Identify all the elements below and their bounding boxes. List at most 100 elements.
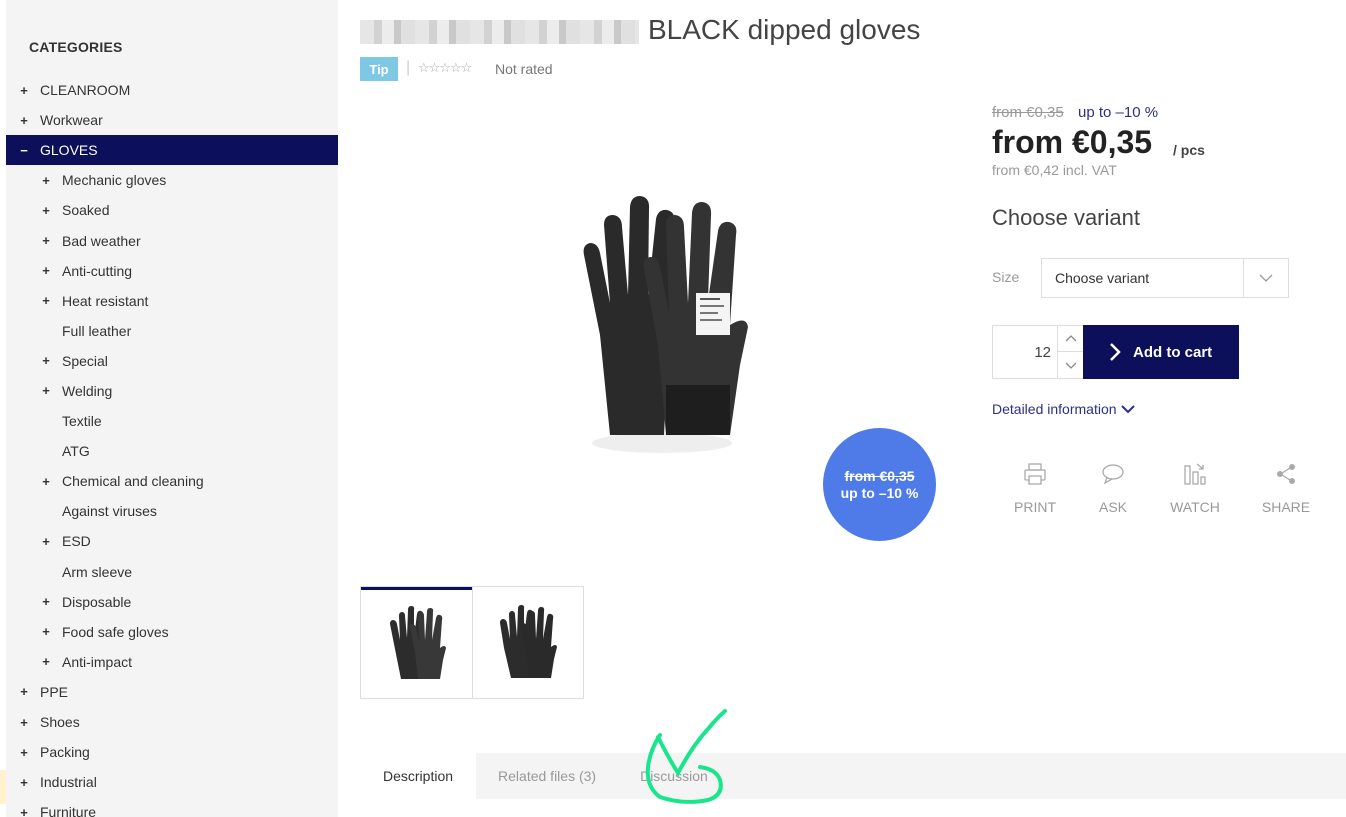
collapse-icon[interactable]: −	[18, 143, 30, 158]
subcategory-against-viruses[interactable]: Against viruses	[6, 496, 338, 526]
glove-thumbnail-icon	[389, 606, 446, 679]
subcategory-anti-cutting[interactable]: + Anti-cutting	[6, 256, 338, 286]
category-label: Soaked	[62, 202, 110, 219]
subcategory-esd[interactable]: + ESD	[6, 526, 338, 556]
expand-icon[interactable]: +	[40, 383, 52, 398]
expand-icon[interactable]: +	[18, 83, 30, 98]
expand-icon[interactable]: +	[40, 534, 52, 549]
detailed-information-link[interactable]: Detailed information	[992, 401, 1135, 417]
category-label: ESD	[62, 533, 91, 550]
expand-icon[interactable]: +	[18, 745, 30, 760]
share-button[interactable]: SHARE	[1251, 462, 1321, 515]
expand-icon[interactable]: +	[18, 775, 30, 790]
category-label: Shoes	[40, 714, 80, 731]
expand-icon[interactable]: +	[40, 263, 52, 278]
product-tabs: Description Related files (3) Discussion	[360, 753, 1346, 799]
quantity-value[interactable]: 12	[993, 326, 1051, 378]
tip-badge: Tip	[360, 57, 398, 81]
category-label: Industrial	[40, 774, 97, 791]
subcategory-atg[interactable]: ATG	[6, 436, 338, 466]
expand-icon[interactable]: +	[18, 805, 30, 817]
decrement-arrow-icon[interactable]	[1057, 352, 1083, 378]
subcategory-mechanic-gloves[interactable]: + Mechanic gloves	[6, 165, 338, 195]
category-workwear[interactable]: + Workwear	[6, 105, 338, 135]
rating-text: Not rated	[495, 61, 553, 77]
detailed-information-label: Detailed information	[992, 401, 1117, 417]
subcategory-chemical-and-cleaning[interactable]: + Chemical and cleaning	[6, 466, 338, 496]
subcategory-textile[interactable]: Textile	[6, 406, 338, 436]
expand-icon[interactable]: +	[40, 654, 52, 669]
categories-heading: CATEGORIES	[29, 39, 123, 55]
watch-chart-icon	[1184, 463, 1206, 485]
price-unit: / pcs	[1173, 142, 1205, 158]
category-shoes[interactable]: + Shoes	[6, 707, 338, 737]
size-label: Size	[992, 269, 1020, 285]
quantity-stepper[interactable]: 12	[992, 325, 1084, 379]
category-list: + CLEANROOM + Workwear − GLOVES + Mechanic g…	[6, 75, 338, 817]
expand-icon[interactable]: +	[18, 113, 30, 128]
variant-select[interactable]: Choose variant	[1041, 258, 1289, 298]
category-gloves[interactable]: − GLOVES	[6, 135, 338, 166]
tab-description[interactable]: Description	[360, 753, 477, 799]
category-label: Furniture	[40, 804, 97, 817]
tab-discussion[interactable]: Discussion	[618, 753, 730, 799]
edge-marker	[0, 770, 6, 804]
watch-button[interactable]: WATCH	[1160, 462, 1230, 515]
add-to-cart-button[interactable]: Add to cart	[1083, 325, 1239, 379]
expand-icon[interactable]: +	[40, 233, 52, 248]
add-to-cart-label: Add to cart	[1133, 343, 1213, 361]
expand-icon[interactable]: +	[40, 353, 52, 368]
variant-select-value: Choose variant	[1055, 270, 1150, 286]
category-ppe[interactable]: + PPE	[6, 677, 338, 707]
thumbnail-2[interactable]	[472, 587, 583, 698]
expand-icon[interactable]: +	[40, 474, 52, 489]
ask-button[interactable]: ASK	[1078, 462, 1148, 515]
category-packing[interactable]: + Packing	[6, 737, 338, 767]
category-label: Workwear	[40, 112, 103, 129]
subcategory-food-safe-gloves[interactable]: + Food safe gloves	[6, 617, 338, 647]
subcategory-bad-weather[interactable]: + Bad weather	[6, 225, 338, 255]
category-label: Mechanic gloves	[62, 172, 167, 189]
share-icon	[1277, 464, 1295, 484]
category-furniture[interactable]: + Furniture	[6, 797, 338, 817]
category-label: PPE	[40, 683, 69, 700]
subcategory-soaked[interactable]: + Soaked	[6, 195, 338, 225]
subcategory-special[interactable]: + Special	[6, 346, 338, 376]
current-price: from €0,35	[992, 124, 1153, 160]
subcategory-full-leather[interactable]: Full leather	[6, 316, 338, 346]
subcategory-anti-impact[interactable]: + Anti-impact	[6, 647, 338, 677]
tab-related-files[interactable]: Related files (3)	[476, 753, 618, 799]
expand-icon[interactable]: +	[40, 624, 52, 639]
expand-icon[interactable]: +	[18, 715, 30, 730]
chevron-down-icon[interactable]	[1243, 259, 1288, 297]
category-label: CLEANROOM	[40, 82, 131, 99]
expand-icon[interactable]: +	[40, 203, 52, 218]
subcategory-disposable[interactable]: + Disposable	[6, 587, 338, 617]
category-label: Against viruses	[62, 503, 157, 520]
expand-icon[interactable]: +	[40, 594, 52, 609]
increment-arrow-icon[interactable]	[1057, 326, 1083, 352]
glove-image	[583, 196, 748, 453]
expand-icon[interactable]: +	[18, 684, 30, 699]
category-label: Arm sleeve	[62, 563, 133, 580]
product-main-image[interactable]	[570, 185, 755, 460]
category-label: Anti-cutting	[62, 262, 133, 279]
subcategory-arm-sleeve[interactable]: Arm sleeve	[6, 557, 338, 587]
expand-icon[interactable]: +	[40, 173, 52, 188]
print-button[interactable]: PRINT	[1000, 462, 1070, 515]
expand-icon[interactable]: +	[40, 293, 52, 308]
blurred-brand-name	[360, 20, 639, 44]
category-label: Full leather	[62, 322, 132, 339]
category-cleanroom[interactable]: + CLEANROOM	[6, 75, 338, 105]
print-icon	[1024, 463, 1046, 485]
thumbnail-1[interactable]	[361, 587, 472, 698]
glove-thumbnail-icon	[500, 604, 557, 678]
category-industrial[interactable]: + Industrial	[6, 767, 338, 797]
discount-text: up to –10 %	[1078, 104, 1159, 121]
rating-stars-icon[interactable]: ☆☆☆☆☆	[418, 60, 472, 76]
chevron-right-icon	[1109, 343, 1121, 361]
rating-separator: |	[406, 59, 411, 76]
category-label: ATG	[62, 443, 90, 460]
subcategory-heat-resistant[interactable]: + Heat resistant	[6, 286, 338, 316]
subcategory-welding[interactable]: + Welding	[6, 376, 338, 406]
